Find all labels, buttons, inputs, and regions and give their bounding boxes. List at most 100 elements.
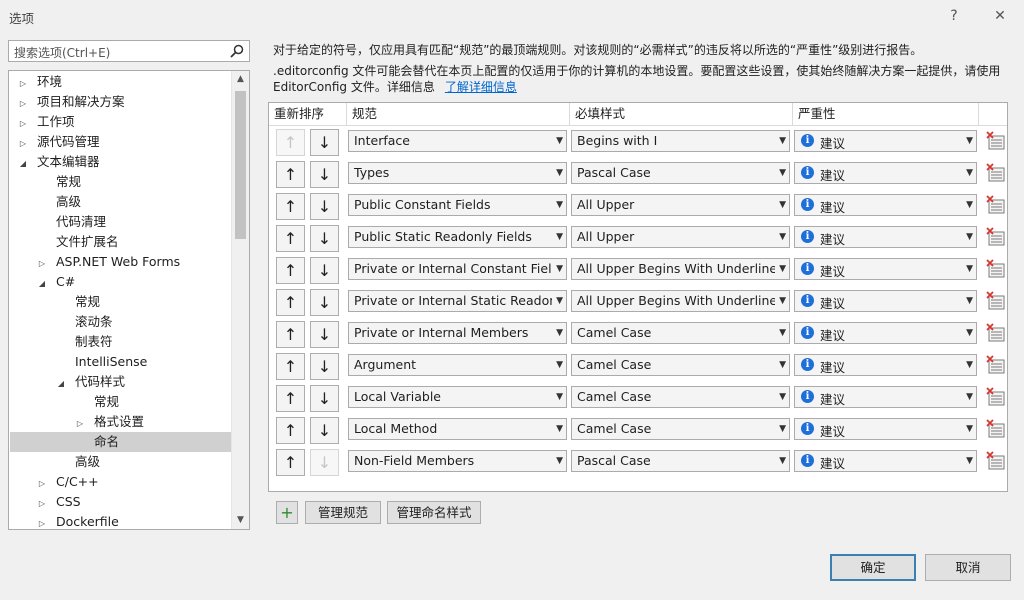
- delete-rule-icon[interactable]: [986, 227, 1006, 249]
- tree-item[interactable]: 常规: [10, 392, 231, 412]
- spec-dropdown[interactable]: Non-Field Members ▼: [348, 450, 567, 472]
- move-down-button[interactable]: ↓: [310, 257, 339, 284]
- tree-item[interactable]: ▷ 工作项: [10, 112, 231, 132]
- severity-dropdown[interactable]: i 建议 ▼: [794, 386, 977, 408]
- move-down-button[interactable]: ↓: [310, 193, 339, 220]
- collapsed-arrow-icon[interactable]: ▷: [36, 494, 48, 514]
- severity-dropdown[interactable]: i 建议 ▼: [794, 130, 977, 152]
- move-down-button[interactable]: ↓: [310, 417, 339, 444]
- move-up-button[interactable]: ↑: [276, 129, 305, 156]
- collapsed-arrow-icon[interactable]: ▷: [36, 254, 48, 274]
- scroll-down-icon[interactable]: ▼: [232, 512, 249, 529]
- spec-dropdown[interactable]: Types ▼: [348, 162, 567, 184]
- move-down-button[interactable]: ↓: [310, 321, 339, 348]
- collapsed-arrow-icon[interactable]: ▷: [36, 474, 48, 494]
- move-up-button[interactable]: ↑: [276, 417, 305, 444]
- tree-item[interactable]: 常规: [10, 172, 231, 192]
- style-dropdown[interactable]: Camel Case ▼: [571, 322, 790, 344]
- tree-item[interactable]: ▷ ASP.NET Web Forms: [10, 252, 231, 272]
- manage-styles-button[interactable]: 管理命名样式: [387, 501, 481, 524]
- search-input[interactable]: 搜索选项(Ctrl+E): [8, 40, 250, 62]
- spec-dropdown[interactable]: Interface ▼: [348, 130, 567, 152]
- tree-item[interactable]: 常规: [10, 292, 231, 312]
- severity-dropdown[interactable]: i 建议 ▼: [794, 290, 977, 312]
- tree-item[interactable]: 高级: [10, 452, 231, 472]
- tree-item[interactable]: 滚动条: [10, 312, 231, 332]
- move-up-button[interactable]: ↑: [276, 161, 305, 188]
- collapsed-arrow-icon[interactable]: ▷: [36, 514, 48, 529]
- delete-rule-icon[interactable]: [986, 451, 1006, 473]
- style-dropdown[interactable]: Camel Case ▼: [571, 386, 790, 408]
- close-button[interactable]: ✕: [987, 4, 1013, 28]
- collapsed-arrow-icon[interactable]: ▷: [74, 414, 86, 434]
- delete-rule-icon[interactable]: [986, 387, 1006, 409]
- severity-dropdown[interactable]: i 建议 ▼: [794, 450, 977, 472]
- move-up-button[interactable]: ↑: [276, 353, 305, 380]
- options-tree[interactable]: ▲ ▼ ▷ 环境 ▷ 项目和解决方案 ▷ 工作项 ▷ 源代码管理 ◢ 文本编辑器 常规 高级 代码清理文…: [8, 70, 250, 530]
- tree-scrollbar[interactable]: ▲ ▼: [231, 71, 249, 529]
- spec-dropdown[interactable]: Local Variable ▼: [348, 386, 567, 408]
- collapsed-arrow-icon[interactable]: ▷: [17, 94, 29, 114]
- help-button[interactable]: ?: [941, 4, 967, 28]
- move-up-button[interactable]: ↑: [276, 225, 305, 252]
- move-down-button[interactable]: ↓: [310, 129, 339, 156]
- spec-dropdown[interactable]: Public Static Readonly Fields ▼: [348, 226, 567, 248]
- tree-item[interactable]: ▷ CSS: [10, 492, 231, 512]
- learn-more-link[interactable]: 了解详细信息: [445, 80, 517, 94]
- spec-dropdown[interactable]: Public Constant Fields ▼: [348, 194, 567, 216]
- manage-specs-button[interactable]: 管理规范: [305, 501, 381, 524]
- scroll-up-icon[interactable]: ▲: [232, 71, 249, 88]
- style-dropdown[interactable]: Begins with I ▼: [571, 130, 790, 152]
- delete-rule-icon[interactable]: [986, 259, 1006, 281]
- delete-rule-icon[interactable]: [986, 323, 1006, 345]
- style-dropdown[interactable]: All Upper Begins With Underline ▼: [571, 258, 790, 280]
- tree-item[interactable]: 代码清理: [10, 212, 231, 232]
- tree-item[interactable]: ▷ 源代码管理: [10, 132, 231, 152]
- collapsed-arrow-icon[interactable]: ▷: [17, 134, 29, 154]
- spec-dropdown[interactable]: Private or Internal Constant Fields ▼: [348, 258, 567, 280]
- spec-dropdown[interactable]: Private or Internal Static Readonly Fiel…: [348, 290, 567, 312]
- expanded-arrow-icon[interactable]: ◢: [17, 154, 29, 174]
- move-down-button[interactable]: ↓: [310, 353, 339, 380]
- severity-dropdown[interactable]: i 建议 ▼: [794, 226, 977, 248]
- tree-item[interactable]: ▷ C/C++: [10, 472, 231, 492]
- spec-dropdown[interactable]: Private or Internal Members ▼: [348, 322, 567, 344]
- move-up-button[interactable]: ↑: [276, 385, 305, 412]
- style-dropdown[interactable]: Pascal Case ▼: [571, 162, 790, 184]
- move-up-button[interactable]: ↑: [276, 321, 305, 348]
- delete-rule-icon[interactable]: [986, 163, 1006, 185]
- move-down-button[interactable]: ↓: [310, 449, 339, 476]
- cancel-button[interactable]: 取消: [925, 554, 1011, 581]
- tree-item[interactable]: 命名: [10, 432, 231, 452]
- move-down-button[interactable]: ↓: [310, 289, 339, 316]
- add-rule-button[interactable]: +: [276, 501, 298, 524]
- collapsed-arrow-icon[interactable]: ▷: [17, 114, 29, 134]
- tree-item[interactable]: ▷ 项目和解决方案: [10, 92, 231, 112]
- move-down-button[interactable]: ↓: [310, 225, 339, 252]
- style-dropdown[interactable]: All Upper ▼: [571, 226, 790, 248]
- scroll-thumb[interactable]: [235, 91, 246, 239]
- style-dropdown[interactable]: All Upper Begins With Underline ▼: [571, 290, 790, 312]
- search-icon[interactable]: [229, 43, 245, 59]
- move-up-button[interactable]: ↑: [276, 257, 305, 284]
- delete-rule-icon[interactable]: [986, 195, 1006, 217]
- move-down-button[interactable]: ↓: [310, 385, 339, 412]
- style-dropdown[interactable]: Camel Case ▼: [571, 354, 790, 376]
- tree-item[interactable]: ◢ 代码样式: [10, 372, 231, 392]
- severity-dropdown[interactable]: i 建议 ▼: [794, 194, 977, 216]
- delete-rule-icon[interactable]: [986, 419, 1006, 441]
- severity-dropdown[interactable]: i 建议 ▼: [794, 258, 977, 280]
- expanded-arrow-icon[interactable]: ◢: [55, 374, 67, 394]
- tree-item[interactable]: ▷ 格式设置: [10, 412, 231, 432]
- tree-item[interactable]: ▷ Dockerfile: [10, 512, 231, 529]
- severity-dropdown[interactable]: i 建议 ▼: [794, 162, 977, 184]
- severity-dropdown[interactable]: i 建议 ▼: [794, 322, 977, 344]
- tree-item[interactable]: ▷ 环境: [10, 72, 231, 92]
- spec-dropdown[interactable]: Argument ▼: [348, 354, 567, 376]
- delete-rule-icon[interactable]: [986, 131, 1006, 153]
- delete-rule-icon[interactable]: [986, 355, 1006, 377]
- tree-item[interactable]: IntelliSense: [10, 352, 231, 372]
- style-dropdown[interactable]: Camel Case ▼: [571, 418, 790, 440]
- style-dropdown[interactable]: All Upper ▼: [571, 194, 790, 216]
- expanded-arrow-icon[interactable]: ◢: [36, 274, 48, 294]
